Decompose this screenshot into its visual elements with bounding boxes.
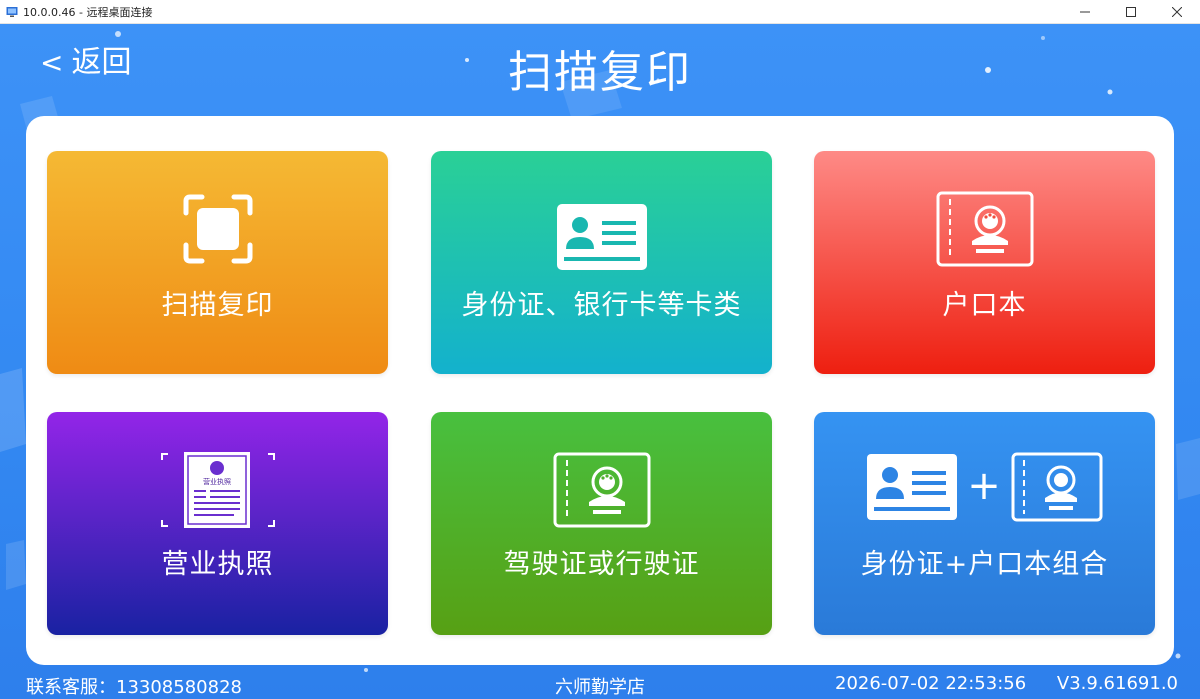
license-icon-text: 营业执照: [203, 477, 231, 486]
card-scan-copy[interactable]: 扫描复印: [47, 151, 388, 374]
card-label: 驾驶证或行驶证: [503, 549, 700, 580]
footer-bar: 联系客服：13308580828 六师勤学店 2026-07-02 22:53:…: [0, 668, 1200, 699]
options-panel: 扫描复印 身份证、银行卡等卡类 户口本 营业执照 营业执照 驾驶证或行驶证 + …: [26, 116, 1174, 665]
household-register-icon: [814, 191, 1155, 267]
minimize-button[interactable]: [1062, 0, 1108, 24]
card-label: 营业执照: [161, 549, 274, 580]
id-card-icon: [431, 203, 772, 271]
card-id-bank-cards[interactable]: 身份证、银行卡等卡类: [431, 151, 772, 374]
window-title: 10.0.0.46 - 远程桌面连接: [23, 5, 153, 19]
card-label: 扫描复印: [161, 290, 274, 321]
plus-sign: +: [967, 463, 1001, 509]
card-id-household-combo[interactable]: + 身份证+户口本组合: [814, 412, 1155, 635]
app-version: V3.9.61691.0: [1056, 673, 1178, 694]
card-household-register[interactable]: 户口本: [814, 151, 1155, 374]
card-driver-vehicle-license[interactable]: 驾驶证或行驶证: [431, 412, 772, 635]
page-title: 扫描复印: [508, 47, 692, 98]
remote-desktop-icon: [6, 6, 18, 18]
maximize-icon: [1126, 7, 1136, 17]
scan-frame-icon: [47, 193, 388, 265]
business-license-icon: 营业执照: [47, 450, 388, 530]
card-label: 户口本: [942, 290, 1027, 321]
close-button[interactable]: [1154, 0, 1200, 24]
card-label: 身份证+户口本组合: [860, 549, 1109, 580]
window-titlebar: 10.0.0.46 - 远程桌面连接: [0, 0, 1200, 24]
maximize-button[interactable]: [1108, 0, 1154, 24]
id-plus-household-icon: +: [814, 452, 1155, 524]
app-screen: < 返回 扫描复印 扫描复印 身份证、银行卡等卡类 户口本 营业执照 营业执照 …: [0, 24, 1200, 699]
card-business-license[interactable]: 营业执照 营业执照: [47, 412, 388, 635]
close-icon: [1172, 7, 1182, 17]
driver-license-icon: [431, 452, 772, 528]
minimize-icon: [1080, 11, 1090, 13]
card-label: 身份证、银行卡等卡类: [461, 290, 742, 321]
datetime: 2026-07-02 22:53:56: [835, 673, 1027, 694]
